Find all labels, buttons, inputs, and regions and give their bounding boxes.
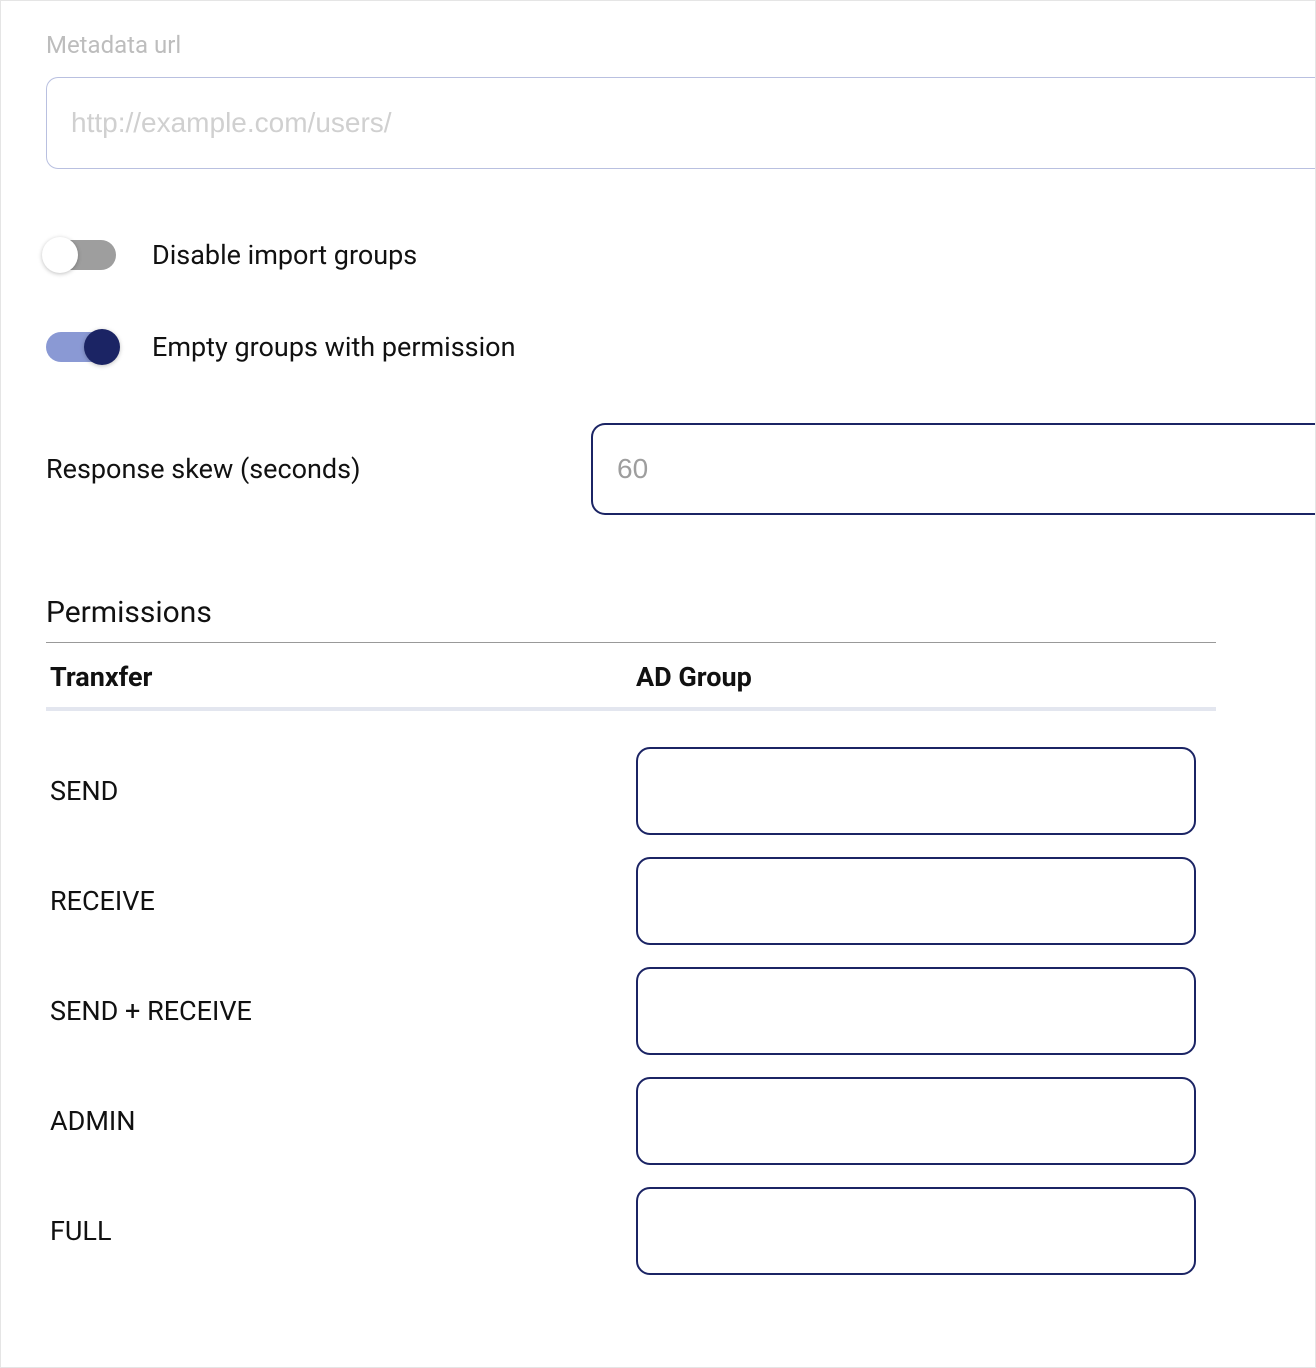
toggle-row-disable-import-groups: Disable import groups — [46, 239, 1315, 271]
permissions-row-send-receive: SEND + RECEIVE — [46, 967, 1216, 1055]
metadata-url-input[interactable] — [46, 77, 1315, 169]
permissions-heading: Permissions — [46, 595, 1216, 643]
ad-group-input-admin[interactable] — [636, 1077, 1196, 1165]
ad-group-input-full[interactable] — [636, 1187, 1196, 1275]
permissions-table-header: Tranxfer AD Group — [46, 661, 1216, 711]
ad-group-input-receive[interactable] — [636, 857, 1196, 945]
ad-group-input-send[interactable] — [636, 747, 1196, 835]
toggle-row-empty-groups: Empty groups with permission — [46, 331, 1315, 363]
permission-label: FULL — [46, 1215, 636, 1247]
empty-groups-with-permission-toggle[interactable] — [46, 332, 116, 362]
permissions-row-send: SEND — [46, 747, 1216, 835]
permissions-table: Tranxfer AD Group SEND RECEIVE — [46, 661, 1216, 1275]
toggle-thumb — [84, 329, 120, 365]
response-skew-row: Response skew (seconds) — [46, 423, 1315, 515]
metadata-url-label: Metadata url — [46, 31, 1315, 59]
ad-group-input-send-receive[interactable] — [636, 967, 1196, 1055]
permission-label: RECEIVE — [46, 885, 636, 917]
permission-label: ADMIN — [46, 1105, 636, 1137]
response-skew-input[interactable] — [591, 423, 1315, 515]
toggle-thumb — [42, 237, 78, 273]
permissions-row-admin: ADMIN — [46, 1077, 1216, 1165]
disable-import-groups-label: Disable import groups — [152, 239, 417, 271]
permission-label: SEND + RECEIVE — [46, 995, 636, 1027]
permissions-col-ad-group: AD Group — [636, 661, 1216, 693]
empty-groups-with-permission-label: Empty groups with permission — [152, 331, 516, 363]
permissions-section: Permissions Tranxfer AD Group SEND RECEI… — [46, 595, 1216, 1275]
permissions-table-body: SEND RECEIVE SEND + RECEIVE — [46, 711, 1216, 1275]
disable-import-groups-toggle[interactable] — [46, 240, 116, 270]
response-skew-label: Response skew (seconds) — [46, 453, 591, 485]
permission-label: SEND — [46, 775, 636, 807]
permissions-col-tranxfer: Tranxfer — [46, 661, 636, 693]
settings-form: Metadata url Disable import groups Empty… — [0, 0, 1316, 1368]
permissions-row-receive: RECEIVE — [46, 857, 1216, 945]
permissions-row-full: FULL — [46, 1187, 1216, 1275]
